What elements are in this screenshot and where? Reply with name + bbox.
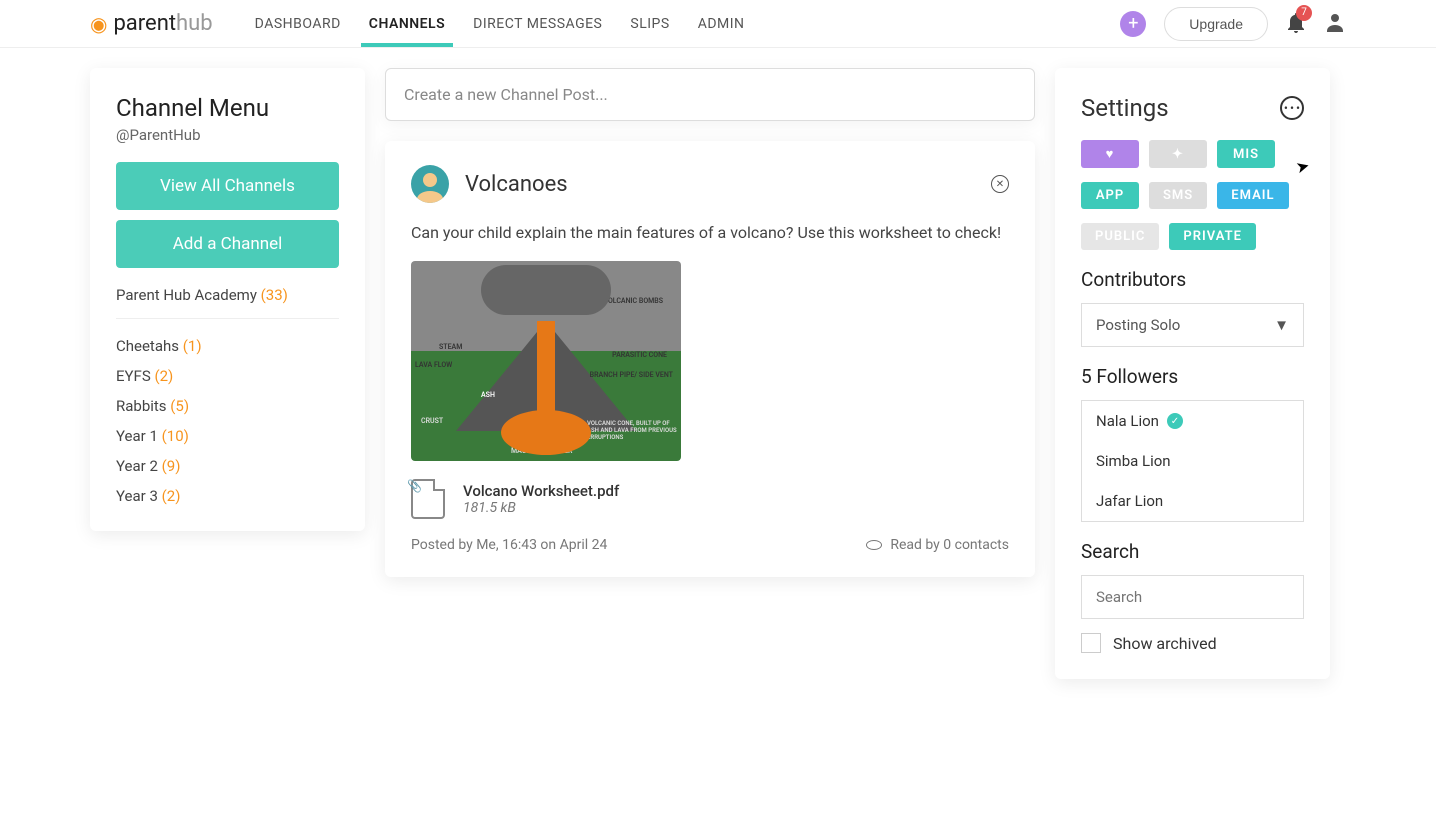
followers-list: Nala Lion ✓ Simba Lion Jafar Lion bbox=[1081, 400, 1304, 522]
follower-item[interactable]: Jafar Lion bbox=[1082, 481, 1303, 521]
post-image[interactable]: ASH CLOUD VOLCANIC BOMBS STEAM LAVA FLOW… bbox=[411, 261, 681, 461]
academy-label: Parent Hub Academy bbox=[116, 286, 257, 304]
chevron-down-icon: ▼ bbox=[1274, 316, 1289, 334]
academy-count: (33) bbox=[261, 286, 288, 304]
post-card: Volcanoes ✕ Can your child explain the m… bbox=[385, 141, 1035, 577]
search-heading: Search bbox=[1081, 540, 1304, 563]
read-by[interactable]: Read by 0 contacts bbox=[866, 537, 1009, 553]
show-archived-label: Show archived bbox=[1113, 634, 1217, 653]
attachment-filename: Volcano Worksheet.pdf bbox=[463, 482, 619, 500]
follower-item[interactable]: Simba Lion bbox=[1082, 441, 1303, 481]
read-count-text: Read by 0 contacts bbox=[890, 537, 1009, 553]
sidebar-title: Channel Menu bbox=[116, 94, 339, 122]
attachment-filesize: 181.5 kB bbox=[463, 500, 619, 516]
post-meta: Posted by Me, 16:43 on April 24 bbox=[411, 537, 607, 553]
post-body-text: Can your child explain the main features… bbox=[411, 221, 1009, 245]
logo-pin-icon: ◉ bbox=[90, 12, 107, 36]
twitter-icon: ✦ bbox=[1172, 147, 1184, 162]
view-all-channels-button[interactable]: View All Channels bbox=[116, 162, 339, 210]
main-column: Create a new Channel Post... Volcanoes ✕… bbox=[385, 68, 1035, 577]
settings-title: Settings bbox=[1081, 94, 1169, 122]
post-attachment[interactable]: Volcano Worksheet.pdf 181.5 kB bbox=[411, 479, 1009, 519]
profile-button[interactable] bbox=[1324, 11, 1346, 37]
group-item[interactable]: Year 3 (2) bbox=[116, 487, 339, 505]
settings-more-button[interactable]: ••• bbox=[1280, 96, 1304, 120]
verified-icon: ✓ bbox=[1167, 413, 1183, 429]
notifications-button[interactable]: 7 bbox=[1286, 11, 1306, 37]
group-item[interactable]: EYFS (2) bbox=[116, 367, 339, 385]
notification-badge: 7 bbox=[1296, 5, 1312, 21]
show-archived-checkbox[interactable] bbox=[1081, 633, 1101, 653]
eye-icon bbox=[866, 540, 882, 550]
nav-slips[interactable]: SLIPS bbox=[628, 2, 671, 46]
followers-heading: 5 Followers bbox=[1081, 365, 1304, 388]
tag-email[interactable]: EMAIL bbox=[1217, 182, 1288, 209]
group-item[interactable]: Year 2 (9) bbox=[116, 457, 339, 475]
academy-link[interactable]: Parent Hub Academy (33) bbox=[116, 286, 339, 319]
heart-icon: ♥ bbox=[1106, 146, 1115, 162]
nav-channels[interactable]: CHANNELS bbox=[367, 2, 447, 46]
tag-app[interactable]: APP bbox=[1081, 182, 1139, 209]
post-author-avatar bbox=[411, 165, 449, 203]
add-button[interactable]: + bbox=[1120, 11, 1146, 37]
add-channel-button[interactable]: Add a Channel bbox=[116, 220, 339, 268]
channel-menu-panel: Channel Menu @ParentHub View All Channel… bbox=[90, 68, 365, 531]
tag-mis[interactable]: MIS bbox=[1217, 140, 1275, 168]
group-item[interactable]: Year 1 (10) bbox=[116, 427, 339, 445]
tag-twitter[interactable]: ✦ bbox=[1149, 140, 1207, 168]
tag-public[interactable]: PUBLIC bbox=[1081, 223, 1159, 250]
contributors-select[interactable]: Posting Solo ▼ bbox=[1081, 303, 1304, 347]
person-icon bbox=[1324, 11, 1346, 33]
contributors-value: Posting Solo bbox=[1096, 316, 1180, 334]
tag-sms[interactable]: SMS bbox=[1149, 182, 1207, 209]
post-close-button[interactable]: ✕ bbox=[991, 175, 1009, 193]
upgrade-button[interactable]: Upgrade bbox=[1164, 7, 1268, 41]
header-actions: + Upgrade 7 bbox=[1120, 7, 1346, 41]
header-bar: ◉ parenthub DASHBOARD CHANNELS DIRECT ME… bbox=[0, 0, 1436, 48]
nav-dashboard[interactable]: DASHBOARD bbox=[253, 2, 343, 46]
tag-private[interactable]: PRIVATE bbox=[1169, 223, 1256, 250]
paperclip-file-icon bbox=[411, 479, 445, 519]
contributors-heading: Contributors bbox=[1081, 268, 1304, 291]
group-item[interactable]: Cheetahs (1) bbox=[116, 337, 339, 355]
settings-panel: Settings ••• ♥ ✦ MIS APP SMS EMAIL PUBLI… bbox=[1055, 68, 1330, 679]
nav-direct-messages[interactable]: DIRECT MESSAGES bbox=[471, 2, 604, 46]
search-input[interactable] bbox=[1081, 575, 1304, 619]
group-item[interactable]: Rabbits (5) bbox=[116, 397, 339, 415]
main-nav: DASHBOARD CHANNELS DIRECT MESSAGES SLIPS… bbox=[253, 2, 1121, 46]
new-post-composer[interactable]: Create a new Channel Post... bbox=[385, 68, 1035, 121]
sidebar-handle: @ParentHub bbox=[116, 126, 339, 144]
brand-light: hub bbox=[176, 11, 213, 36]
tag-heart[interactable]: ♥ bbox=[1081, 140, 1139, 168]
nav-admin[interactable]: ADMIN bbox=[696, 2, 747, 46]
brand-bold: parent bbox=[113, 11, 176, 36]
follower-item[interactable]: Nala Lion ✓ bbox=[1082, 401, 1303, 441]
group-list: Cheetahs (1) EYFS (2) Rabbits (5) Year 1… bbox=[116, 337, 339, 505]
logo[interactable]: ◉ parenthub bbox=[90, 11, 213, 36]
post-title: Volcanoes bbox=[465, 172, 568, 197]
